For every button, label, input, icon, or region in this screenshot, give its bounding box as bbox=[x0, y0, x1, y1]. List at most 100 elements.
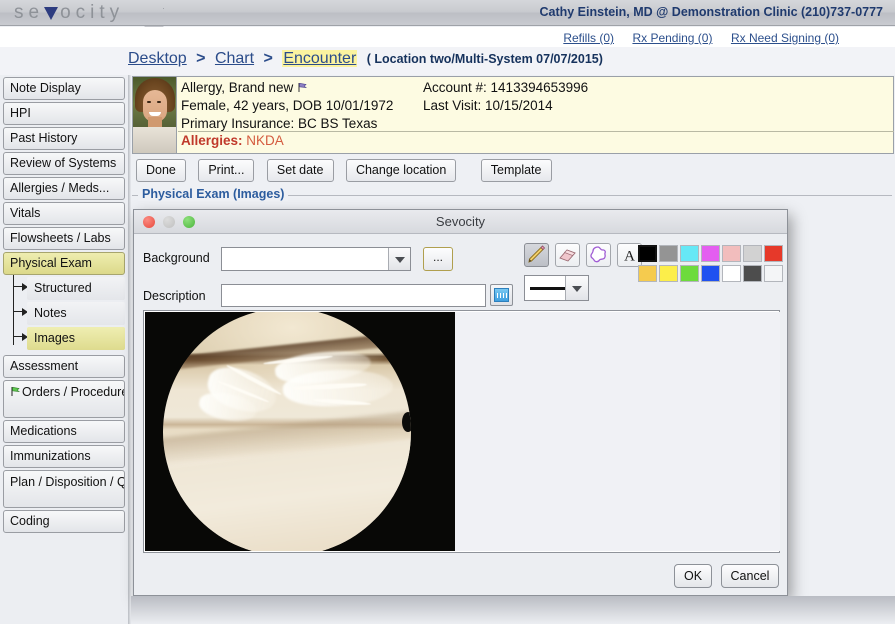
window-bottom-gradient bbox=[131, 596, 895, 624]
color-swatch-yellow[interactable] bbox=[659, 265, 678, 282]
rx-pending-link[interactable]: Rx Pending (0) bbox=[632, 31, 712, 45]
sidebar-item-allergies-meds[interactable]: Allergies / Meds... bbox=[3, 177, 125, 200]
background-browse-button[interactable]: ... bbox=[423, 247, 453, 271]
color-swatch-light-gray[interactable] bbox=[743, 245, 762, 262]
stroke-width-selector[interactable] bbox=[524, 275, 589, 301]
sidebar-item-vitals[interactable]: Vitals bbox=[3, 202, 125, 225]
shape-tool[interactable] bbox=[586, 243, 611, 267]
color-swatch-white[interactable] bbox=[722, 265, 741, 282]
allergies-row: Allergies: NKDA bbox=[181, 133, 284, 148]
quick-links-bar: Refills (0) Rx Pending (0) Rx Need Signi… bbox=[0, 27, 895, 47]
description-input[interactable] bbox=[221, 284, 486, 307]
sidebar-item-plan-disposition-qm[interactable]: Plan / Disposition / QM bbox=[3, 470, 125, 508]
patient-last-visit: Last Visit: 10/15/2014 bbox=[423, 97, 588, 115]
breadcrumb-bar: Desktop > Chart > Encounter ( Location t… bbox=[0, 47, 895, 75]
pencil-icon bbox=[525, 244, 548, 266]
onscreen-keyboard-button[interactable] bbox=[490, 284, 513, 306]
sidebar-subitem-structured[interactable]: Structured bbox=[27, 277, 125, 300]
color-swatch-magenta[interactable] bbox=[701, 245, 720, 262]
eraser-tool[interactable] bbox=[555, 243, 580, 267]
background-input[interactable] bbox=[222, 248, 390, 270]
image-editor-dialog: Sevocity Background ... Description bbox=[133, 209, 788, 596]
encounter-action-bar: Done Print... Set date Change location T… bbox=[136, 159, 560, 182]
done-button[interactable]: Done bbox=[136, 159, 186, 182]
breadcrumb-separator-2: > bbox=[264, 50, 273, 67]
color-swatch-cyan[interactable] bbox=[680, 245, 699, 262]
tree-tick-2 bbox=[13, 311, 22, 312]
ok-button[interactable]: OK bbox=[674, 564, 712, 588]
dialog-titlebar[interactable]: Sevocity bbox=[134, 210, 787, 234]
logo-text-post: ocity bbox=[60, 2, 124, 23]
sidebar-item-orders-label: Orders / Procedure bbox=[22, 385, 125, 399]
patient-name: Allergy, Brand new bbox=[181, 79, 393, 97]
app-window: seocity · Cathy Einstein, MD @ Demonstra… bbox=[0, 0, 895, 624]
refills-link[interactable]: Refills (0) bbox=[563, 31, 614, 45]
svg-text:A: A bbox=[624, 249, 635, 265]
clinic-title: Cathy Einstein, MD @ Demonstration Clini… bbox=[539, 5, 883, 19]
cancel-button[interactable]: Cancel bbox=[721, 564, 779, 588]
sidebar-item-assessment[interactable]: Assessment bbox=[3, 355, 125, 378]
sidebar-divider bbox=[128, 75, 131, 624]
patient-info-column-1: Allergy, Brand new Female, 42 years, DOB… bbox=[181, 79, 393, 133]
sidebar-item-review-of-systems[interactable]: Review of Systems bbox=[3, 152, 125, 175]
patient-banner: Allergy, Brand new Female, 42 years, DOB… bbox=[132, 76, 894, 154]
allergies-value: NKDA bbox=[246, 133, 284, 148]
logo-text-pre: se bbox=[14, 2, 44, 23]
patient-demographics: Female, 42 years, DOB 10/01/1972 bbox=[181, 97, 393, 115]
patient-flag-icon bbox=[297, 80, 308, 95]
color-swatch-gray[interactable] bbox=[659, 245, 678, 262]
stroke-chevron-down-icon[interactable] bbox=[565, 276, 588, 300]
breadcrumb-encounter[interactable]: Encounter bbox=[282, 50, 357, 67]
sidebar-subitem-images[interactable]: Images bbox=[27, 327, 125, 350]
color-swatch-gold[interactable] bbox=[638, 265, 657, 282]
description-label: Description bbox=[143, 289, 206, 303]
chevron-down-icon[interactable] bbox=[388, 248, 410, 270]
color-swatch-green[interactable] bbox=[680, 265, 699, 282]
breadcrumb-chart[interactable]: Chart bbox=[215, 50, 254, 67]
color-swatch-off-white[interactable] bbox=[764, 265, 783, 282]
color-swatch-red[interactable] bbox=[764, 245, 783, 262]
set-date-button[interactable]: Set date bbox=[267, 159, 334, 182]
image-canvas[interactable] bbox=[143, 310, 780, 553]
banner-separator bbox=[178, 131, 894, 132]
pencil-tool[interactable] bbox=[524, 243, 549, 267]
color-swatch-blue[interactable] bbox=[701, 265, 720, 282]
color-swatch-black[interactable] bbox=[638, 245, 657, 262]
canvas-blank-area[interactable] bbox=[455, 312, 780, 551]
breadcrumb-location: ( Location two/Multi-System 07/07/2015) bbox=[367, 52, 603, 66]
arthroscopy-image[interactable] bbox=[145, 312, 455, 551]
eraser-icon bbox=[556, 244, 579, 266]
sidebar-item-coding[interactable]: Coding bbox=[3, 510, 125, 533]
change-location-button[interactable]: Change location bbox=[346, 159, 456, 182]
sevocity-logo: seocity bbox=[14, 2, 124, 24]
sidebar-item-past-history[interactable]: Past History bbox=[3, 127, 125, 150]
keyboard-icon bbox=[494, 288, 509, 302]
sidebar-subitem-notes[interactable]: Notes bbox=[27, 302, 125, 325]
stroke-preview bbox=[530, 287, 566, 290]
logo-triangle-icon bbox=[44, 7, 58, 20]
tree-tick-1 bbox=[13, 286, 22, 287]
patient-account: Account #: 1413394653996 bbox=[423, 79, 588, 97]
dialog-title: Sevocity bbox=[134, 214, 787, 229]
background-label: Background bbox=[143, 251, 210, 265]
color-swatch-dark-gray[interactable] bbox=[743, 265, 762, 282]
color-swatch-pink[interactable] bbox=[722, 245, 741, 262]
print-button[interactable]: Print... bbox=[198, 159, 254, 182]
sidebar-item-medications[interactable]: Medications bbox=[3, 420, 125, 443]
breadcrumb-separator-1: > bbox=[196, 50, 205, 67]
sidebar-item-immunizations[interactable]: Immunizations bbox=[3, 445, 125, 468]
group-title: Physical Exam (Images) bbox=[138, 187, 288, 201]
rx-need-signing-link[interactable]: Rx Need Signing (0) bbox=[731, 31, 839, 45]
allergies-label: Allergies: bbox=[181, 133, 243, 148]
sidebar-subtree: Structured Notes Images bbox=[3, 277, 125, 350]
sidebar-item-physical-exam[interactable]: Physical Exam bbox=[3, 252, 125, 275]
background-combo[interactable] bbox=[221, 247, 411, 271]
scope-field-of-view bbox=[163, 312, 411, 551]
sidebar-item-note-display[interactable]: Note Display bbox=[3, 77, 125, 100]
breadcrumb: Desktop > Chart > Encounter ( Location t… bbox=[128, 50, 603, 68]
breadcrumb-desktop[interactable]: Desktop bbox=[128, 50, 187, 67]
sidebar-item-hpi[interactable]: HPI bbox=[3, 102, 125, 125]
sidebar-item-orders-procedure[interactable]: Orders / Procedure bbox=[3, 380, 125, 418]
sidebar-item-flowsheets-labs[interactable]: Flowsheets / Labs bbox=[3, 227, 125, 250]
template-button[interactable]: Template bbox=[481, 159, 552, 182]
